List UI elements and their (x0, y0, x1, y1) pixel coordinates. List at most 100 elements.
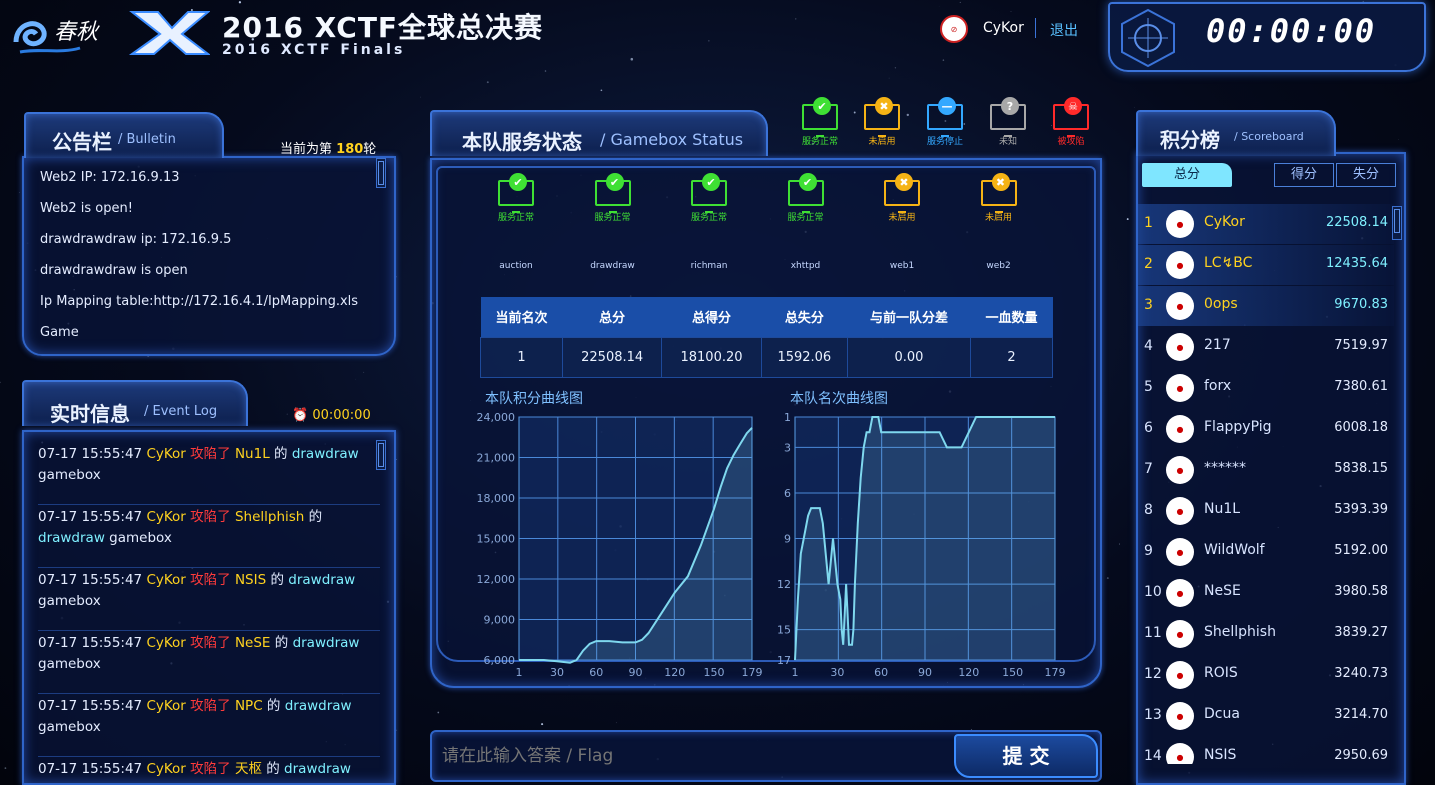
scoreboard-row[interactable]: 5 ● forx 7380.61 (1138, 368, 1394, 408)
event-time: 07-17 15:55:47 (38, 572, 143, 588)
event-tail: gamebox (38, 719, 101, 735)
service-name: richman (690, 261, 728, 271)
score-chart-title: 本队积分曲线图 (485, 391, 583, 407)
minus-icon: — (938, 97, 956, 115)
team-avatar: ⊘ (940, 15, 968, 43)
scoreboard-row[interactable]: 13 ● Dcua 3214.70 (1138, 696, 1394, 736)
event-of: 的 (266, 698, 281, 714)
event-time: 07-17 15:55:47 (38, 761, 143, 777)
table-header: 当前名次 (495, 311, 548, 327)
table-header: 总得分 (691, 311, 731, 327)
check-icon: ✔ (798, 173, 817, 191)
star (906, 113, 909, 117)
team-score: 9670.83 (1334, 297, 1388, 312)
y-tick-label: 21,000 (477, 452, 516, 465)
star (396, 459, 397, 460)
tab-total-score[interactable]: 总分 (1142, 163, 1232, 187)
gamebox-title: 本队服务状态 (462, 130, 582, 154)
gamebox-tab: 本队服务状态 / Gamebox Status (430, 110, 768, 156)
team-logo-icon: ● (1166, 702, 1194, 730)
status-label: 服务正常 (787, 213, 824, 223)
service-name: web2 (986, 261, 1011, 271)
eventlog-scrollbar[interactable] (376, 440, 386, 470)
rank-chart-title: 本队名次曲线图 (790, 391, 888, 407)
scoreboard-row[interactable]: 3 ● 0ops 9670.83 (1138, 286, 1394, 326)
scoreboard-row[interactable]: 10 ● NeSE 3980.58 (1138, 573, 1394, 613)
tab-gain-score[interactable]: 得分 (1274, 163, 1334, 187)
status-monitor: — (927, 97, 963, 137)
tab-loss-score[interactable]: 失分 (1336, 163, 1396, 187)
scoreboard-row[interactable]: 14 ● NSIS 2950.69 (1138, 737, 1394, 764)
event-tail: gamebox (38, 593, 101, 609)
scoreboard-row[interactable]: 9 ● WildWolf 5192.00 (1138, 532, 1394, 572)
scoreboard-row[interactable]: 12 ● ROIS 3240.73 (1138, 655, 1394, 695)
team-score: 2950.69 (1334, 748, 1388, 763)
team-name: 0ops (1204, 296, 1238, 312)
eventlog-title-en: / Event Log (144, 404, 218, 419)
bulletin-list: Web2 IP: 172.16.9.13 Web2 is open! drawd… (40, 170, 370, 356)
team-logo-icon: ● (1166, 292, 1194, 320)
scoreboard-row[interactable]: 4 ● 217 7519.97 (1138, 327, 1394, 367)
y-tick-label: 6,000 (484, 654, 516, 667)
scoreboard-row[interactable]: 11 ● Shellphish 3839.27 (1138, 614, 1394, 654)
y-tick-label: 6 (784, 487, 791, 500)
bulletin-item: Game (40, 325, 79, 340)
team-stats-value-row: 1 22508.14 18100.20 1592.06 0.00 2 (480, 336, 1054, 378)
header: 春秋 2016 XCTF全球总决赛 2016 XCTF Finals ⊘ CyK… (0, 0, 1435, 72)
star (486, 81, 489, 84)
x-tick-label: 1 (516, 666, 523, 679)
team-logo-icon: ● (1166, 743, 1194, 764)
event-of: 的 (274, 635, 289, 651)
flag-input[interactable] (442, 740, 942, 772)
bulletin-tab: 公告栏 / Bulletin (24, 112, 224, 158)
gamebox-title-en: / Gamebox Status (600, 130, 744, 149)
event-time: 07-17 15:55:47 (38, 446, 143, 462)
star (544, 70, 547, 72)
x-tick-label: 120 (664, 666, 685, 679)
y-tick-label: 24,000 (477, 411, 516, 424)
team-logo-icon: ● (1166, 661, 1194, 689)
status-monitor: ☠ (1053, 97, 1089, 137)
timer-frame: 00:00:00 (1108, 2, 1426, 72)
countdown-timer: 00:00:00 (1206, 12, 1377, 50)
team-stats-header-row: 当前名次 总分 总得分 总失分 与前一队分差 一血数量 (480, 297, 1053, 337)
team-score: 3839.27 (1334, 625, 1388, 640)
bulletin-scrollbar[interactable] (376, 158, 386, 188)
scoreboard-title-en: / Scoreboard (1234, 130, 1304, 143)
y-tick-label: 12,000 (477, 573, 516, 586)
star (1106, 577, 1109, 580)
chunqiu-logo: 春秋 (10, 8, 105, 58)
logout-link[interactable]: 退出 (1050, 20, 1078, 40)
star (541, 723, 544, 726)
team-score: 5838.15 (1334, 461, 1388, 476)
score-line-chart: 6,000 9,000 12,000 15,000 18,000 21,000 24,000… (477, 411, 763, 679)
status-label: 未启用 (984, 213, 1012, 223)
scoreboard-row[interactable]: 8 ● Nu1L 5393.39 (1138, 491, 1394, 531)
team-name: NeSE (1204, 583, 1241, 599)
scoreboard-row[interactable]: 7 ● ****** 5838.15 (1138, 450, 1394, 490)
team-score: 6008.18 (1334, 420, 1388, 435)
question-icon: ? (1001, 97, 1019, 115)
star (437, 711, 440, 714)
team-score: 5393.39 (1334, 502, 1388, 517)
y-tick-label: 1 (784, 411, 791, 424)
x-tick-label: 60 (589, 666, 603, 679)
scoreboard-row[interactable]: 1 ● CyKor 22508.14 (1138, 204, 1394, 244)
submit-flag-button[interactable]: 提 交 (954, 734, 1098, 778)
check-icon: ✔ (813, 97, 831, 115)
y-tick-label: 15,000 (477, 533, 516, 546)
bulletin-title: 公告栏 (52, 130, 112, 154)
flag-form: 提 交 (430, 730, 1102, 782)
y-tick-label: 18,000 (477, 492, 516, 505)
scoreboard-row[interactable]: 2 ● LC↯BC 12435.64 (1138, 245, 1394, 285)
scoreboard-scrollbar[interactable] (1392, 206, 1402, 240)
star (420, 96, 421, 98)
scoreboard-title: 积分榜 (1160, 128, 1220, 152)
event-item: 07-17 15:55:47 CyKor 攻陷了 NSIS 的 drawdraw… (38, 568, 380, 631)
scoreboard-row[interactable]: 6 ● FlappyPig 6008.18 (1138, 409, 1394, 449)
event-attacker: CyKor (146, 698, 186, 714)
team-rank: 6 (1144, 420, 1153, 436)
team-name: NSIS (1204, 747, 1237, 763)
team-name: Shellphish (1204, 624, 1276, 640)
team-name: ROIS (1204, 665, 1238, 681)
